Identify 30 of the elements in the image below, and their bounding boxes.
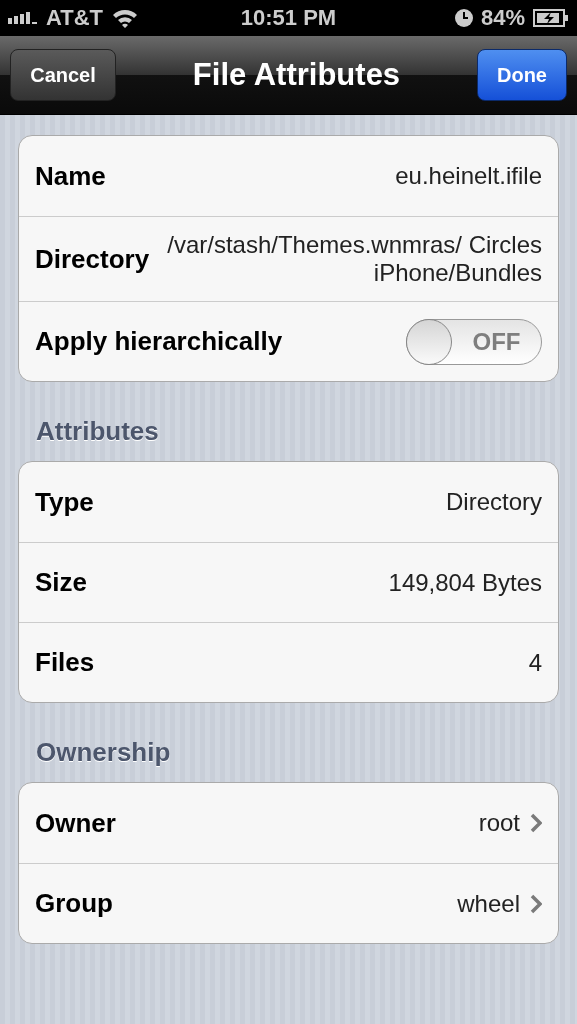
row-label: Name (35, 160, 106, 192)
wifi-icon (111, 8, 140, 28)
battery-icon (533, 9, 569, 27)
row-label: Owner (35, 807, 116, 839)
row-label: Files (35, 647, 95, 678)
nav-title: File Attributes (192, 57, 401, 93)
row-label: Group (35, 888, 113, 919)
row-value: 4 (528, 647, 542, 678)
row-value: /var/stash/Themes.wnmras/ Circles iPhone/Bundles (166, 230, 542, 288)
status-time: 10:51 PM (239, 5, 338, 31)
signal-icon (8, 12, 38, 24)
row-value: eu.heinelt.ifile (395, 161, 542, 191)
row-value: Directory (446, 487, 542, 517)
carrier-name: AT&T (46, 5, 104, 31)
section-header: Ownership (35, 736, 172, 769)
section-header: Attributes (35, 415, 160, 448)
row-label: Type (35, 486, 94, 518)
row-label: Apply hierarchically (35, 326, 283, 357)
chevron-icon (530, 813, 542, 833)
row-value: wheel (457, 888, 520, 919)
toggle-switch[interactable]: OFF (406, 318, 542, 365)
cancel-button[interactable]: Cancel (10, 49, 116, 101)
row-label: Size (35, 567, 88, 598)
battery-percent: 84% (480, 5, 525, 31)
row-value: 149,804 Bytes (388, 567, 542, 598)
row-value: root (478, 808, 520, 838)
chevron-icon (530, 893, 542, 914)
clock-icon (454, 9, 473, 27)
row-label: Directory (35, 243, 150, 275)
done-button[interactable]: Done (477, 49, 567, 101)
